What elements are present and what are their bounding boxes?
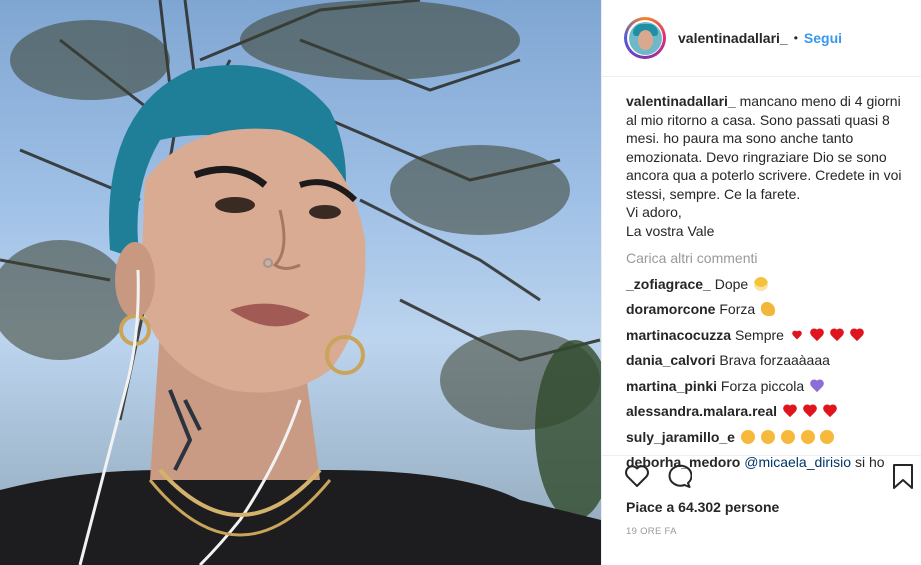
- post-caption: valentinadallari_ mancano meno di 4 gior…: [626, 92, 906, 240]
- red-hearts-emoji-icon: [830, 329, 844, 342]
- comment-username[interactable]: martinacocuzza: [626, 327, 731, 343]
- purple-heart-emoji-icon: [810, 380, 824, 393]
- kiss-face-emoji-icon: [800, 429, 815, 444]
- flexed-biceps-emoji-icon: [761, 302, 776, 316]
- selfie-image: [0, 0, 601, 565]
- comment: suly_jaramillo_e: [626, 428, 906, 447]
- caption-line: Vi adoro,: [626, 204, 682, 220]
- kiss-face-emoji-icon: [740, 429, 755, 444]
- red-hearts-emoji-icon: [850, 329, 864, 342]
- comment-username[interactable]: alessandra.malara.real: [626, 403, 777, 419]
- comment-username[interactable]: dania_calvori: [626, 352, 716, 368]
- red-heart-emoji-icon: [823, 405, 837, 418]
- comment-text: Dope: [714, 275, 749, 292]
- comment: martinacocuzza Sempre: [626, 326, 906, 345]
- comment: dania_calvori Brava forzaaàaaa: [626, 351, 906, 370]
- post-sidebar: valentinadallari_ • Segui valentinadalla…: [601, 0, 921, 565]
- comment: martina_pinki Forza piccola: [626, 377, 906, 396]
- load-more-comments-link[interactable]: Carica altri commenti: [626, 249, 906, 268]
- speech-bubble-icon[interactable]: [666, 464, 693, 493]
- comment-username[interactable]: suly_jaramillo_e: [626, 429, 735, 445]
- avatar[interactable]: [624, 17, 666, 59]
- post-timestamp[interactable]: 19 ORE FA: [626, 526, 677, 537]
- avatar-image: [628, 21, 662, 55]
- kiss-face-emoji-icon: [820, 429, 835, 444]
- post-actions: [624, 464, 914, 494]
- comment-username[interactable]: _zofiagrace_: [626, 276, 711, 292]
- post-photo[interactable]: [0, 0, 601, 565]
- comment: alessandra.malara.real: [626, 402, 906, 421]
- caption-line: La vostra Vale: [626, 222, 715, 239]
- post-author-username[interactable]: valentinadallari_: [678, 30, 788, 46]
- post-header: valentinadallari_ • Segui: [602, 0, 921, 77]
- comment-username[interactable]: doramorcone: [626, 301, 715, 317]
- comment-text: Forza piccola: [720, 377, 805, 394]
- black-heart-emoji-icon: [792, 330, 802, 339]
- comment-username[interactable]: martina_pinki: [626, 378, 717, 394]
- divider: [602, 455, 921, 456]
- instagram-post: valentinadallari_ • Segui valentinadalla…: [0, 0, 921, 565]
- bookmark-icon[interactable]: [892, 464, 914, 495]
- comment-text: Forza: [719, 301, 756, 317]
- grin-face-emoji-icon: [754, 276, 769, 291]
- kiss-face-emoji-icon: [760, 429, 775, 444]
- follow-button[interactable]: Segui: [804, 30, 842, 46]
- comment: doramorcone Forza: [626, 300, 906, 319]
- comment-text: Brava forzaaàaaa: [719, 352, 830, 368]
- red-heart-emoji-icon: [803, 405, 817, 418]
- kiss-face-emoji-icon: [780, 429, 795, 444]
- comment: _zofiagrace_ Dope: [626, 275, 906, 294]
- caption-username[interactable]: valentinadallari_: [626, 93, 736, 109]
- red-heart-emoji-icon: [783, 405, 797, 418]
- caption-text: mancano meno di 4 giorni al mio ritorno …: [626, 93, 902, 202]
- heart-outline-icon[interactable]: [624, 464, 650, 493]
- comments-section: valentinadallari_ mancano meno di 4 gior…: [626, 92, 906, 472]
- comment-text: Sempre: [734, 326, 784, 343]
- header-separator: •: [793, 31, 798, 45]
- red-hearts-emoji-icon: [810, 329, 824, 342]
- likes-count[interactable]: Piace a 64.302 persone: [626, 499, 779, 515]
